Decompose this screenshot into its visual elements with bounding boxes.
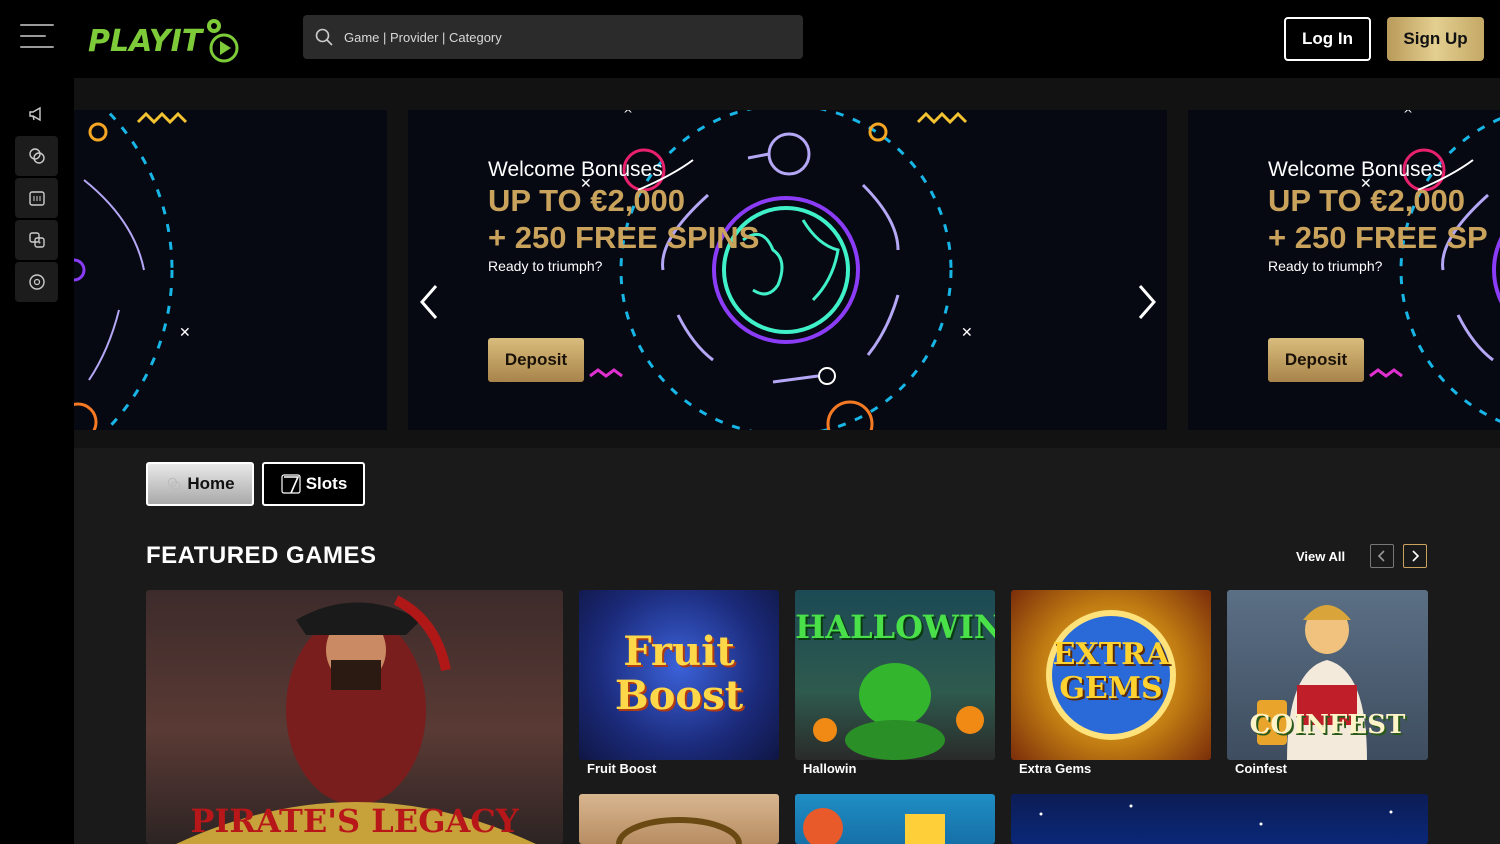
banner-heading: Welcome Bonuses <box>1268 158 1443 181</box>
view-all-link[interactable]: View All <box>1296 549 1345 564</box>
tab-home-label: Home <box>187 474 235 493</box>
banner-text-block: Welcome Bonuses UP TO €2,000 + 250 FREE … <box>1268 158 1488 274</box>
deposit-button[interactable]: Deposit <box>488 338 584 382</box>
dice-icon <box>28 232 45 248</box>
megaphone-icon <box>28 106 41 122</box>
games-next-button[interactable] <box>1403 544 1427 568</box>
search-input[interactable] <box>344 29 774 45</box>
casino-chips-icon <box>28 148 45 164</box>
game-tile-fruit-boost[interactable]: Fruit Boost <box>579 590 779 760</box>
game-tile[interactable] <box>1011 794 1428 844</box>
login-button[interactable]: Log In <box>1284 17 1371 61</box>
game-art-title: Fruit Boost <box>614 628 744 719</box>
carousel-slide-next[interactable]: ✕ ^ Welcome Bonuses UP TO €2,000 + 250 F… <box>1188 110 1500 430</box>
game-art-partial <box>1039 804 1393 826</box>
svg-text:✕: ✕ <box>179 325 191 341</box>
tab-home[interactable]: Home <box>146 462 254 506</box>
settings-wheel-icon <box>28 274 45 290</box>
banner-offer-line-1: UP TO €2,000 <box>1268 183 1466 218</box>
svg-text:✕: ✕ <box>961 325 973 341</box>
tab-slots[interactable]: Slots <box>262 462 365 506</box>
seven-slot-icon <box>281 474 301 494</box>
game-tile-hallowin[interactable]: HALLOWIN <box>795 590 995 760</box>
svg-text:^: ^ <box>1403 110 1413 121</box>
game-art-partial <box>803 808 945 844</box>
sidebar-item-live[interactable] <box>15 262 58 302</box>
playit-logo[interactable]: PLAYIT <box>88 18 244 64</box>
banner-offer-line-1: UP TO €2,000 <box>488 183 686 218</box>
logo-text: PLAYIT <box>88 23 203 59</box>
casino-chips-icon <box>168 477 181 491</box>
promo-carousel: ✕ ✕ ✕ ^ Welcome Bonuses UP TO €2,000 + 2… <box>74 78 1500 448</box>
slot-machine-icon <box>28 191 45 206</box>
carousel-slide-active[interactable]: ✕ ✕ ^ Welcome Bonuses UP TO €2,000 + 250… <box>408 110 1167 430</box>
search-bar[interactable] <box>303 15 803 59</box>
carousel-prev-arrow-icon[interactable] <box>414 280 444 324</box>
game-art-partial <box>616 817 742 844</box>
logo-play-icon <box>207 19 239 63</box>
left-sidebar <box>0 78 74 844</box>
carousel-slide-prev[interactable]: ✕ <box>74 110 387 430</box>
banner-offer-line-2: + 250 FREE SP <box>1268 220 1488 255</box>
banner-tagline: Ready to triumph? <box>1268 258 1383 274</box>
tab-slots-label: Slots <box>305 474 348 493</box>
search-icon <box>315 28 333 46</box>
game-art-title: PIRATE'S LEGACY <box>190 802 519 840</box>
sidebar-item-casino[interactable] <box>15 136 58 176</box>
game-art-title: EXTRA GEMS <box>1052 637 1170 706</box>
top-header: PLAYIT Log In Sign Up <box>0 0 1500 78</box>
signup-button[interactable]: Sign Up <box>1387 17 1484 61</box>
game-tile[interactable] <box>795 794 995 844</box>
game-tile-coinfest[interactable]: COINFEST <box>1227 590 1428 760</box>
chevron-left-icon <box>1377 550 1385 562</box>
hamburger-menu-icon[interactable] <box>20 24 56 56</box>
deposit-button[interactable]: Deposit <box>1268 338 1364 382</box>
sidebar-item-promotions[interactable] <box>15 94 58 134</box>
game-title: Hallowin <box>803 761 857 776</box>
sidebar-item-slots[interactable] <box>15 178 58 218</box>
space-decoration: ✕ <box>74 110 191 430</box>
games-prev-button[interactable] <box>1370 544 1394 568</box>
game-tile-large[interactable]: PIRATE'S LEGACY <box>146 590 563 844</box>
game-art-title: COINFEST <box>1249 710 1406 740</box>
game-tile-extra-gems[interactable]: EXTRA GEMS <box>1011 590 1211 760</box>
game-title: Coinfest <box>1235 761 1287 776</box>
banner-tagline: Ready to triumph? <box>488 258 603 274</box>
sidebar-item-table-games[interactable] <box>15 220 58 260</box>
banner-heading: Welcome Bonuses <box>488 158 663 181</box>
game-tile[interactable] <box>579 794 779 844</box>
game-title: Fruit Boost <box>587 761 657 776</box>
game-art-title: HALLOWIN <box>795 608 995 646</box>
carousel-next-arrow-icon[interactable] <box>1132 280 1162 324</box>
chevron-right-icon <box>1412 550 1420 562</box>
banner-offer-line-2: + 250 FREE SPINS <box>488 220 760 255</box>
game-title: Extra Gems <box>1019 761 1092 776</box>
banner-text-block: Welcome Bonuses UP TO €2,000 + 250 FREE … <box>488 158 759 274</box>
section-title: FEATURED GAMES <box>146 542 377 569</box>
svg-text:^: ^ <box>623 110 633 121</box>
